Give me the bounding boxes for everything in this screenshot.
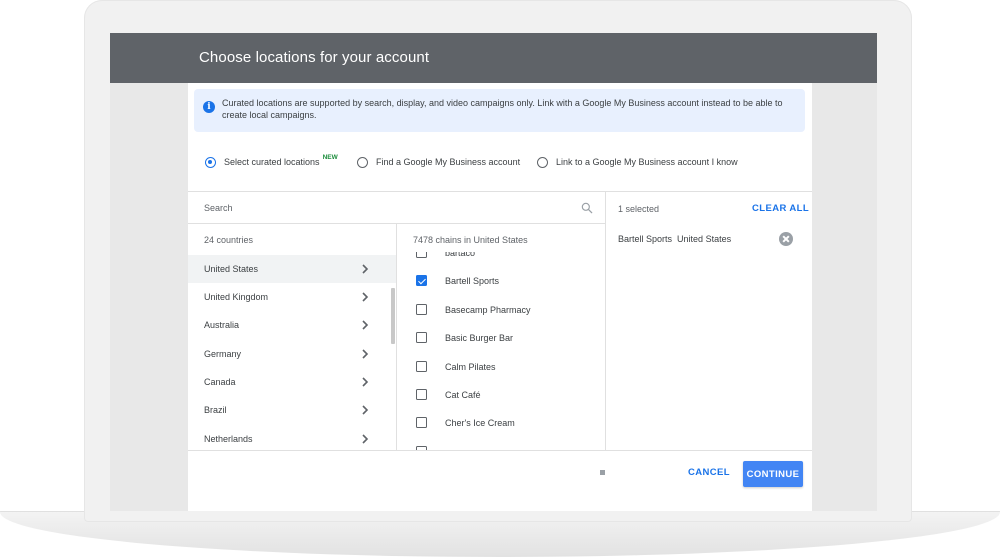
footer-divider bbox=[188, 450, 812, 451]
chain-item-cat-cafe[interactable]: Cat Café bbox=[397, 381, 605, 409]
selected-location: Bartell Sports United States bbox=[618, 234, 731, 244]
dialog-header: Choose locations for your account bbox=[110, 33, 877, 83]
chain-item-chers-ice-cream[interactable]: Cher's Ice Cream bbox=[397, 409, 605, 437]
radio-unselected-icon[interactable] bbox=[537, 156, 548, 168]
info-banner-text: Curated locations are supported by searc… bbox=[222, 98, 783, 120]
new-badge: NEW bbox=[322, 153, 338, 161]
option-curated-locations[interactable]: Select curated locations NEW bbox=[205, 153, 338, 171]
info-icon: i bbox=[203, 101, 215, 113]
chain-item-bartell-sports[interactable]: Bartell Sports bbox=[397, 267, 605, 295]
location-dialog: i Curated locations are supported by sea… bbox=[188, 83, 812, 511]
continue-button[interactable]: CONTINUE bbox=[743, 461, 803, 487]
selected-location-name: Bartell Sports bbox=[618, 234, 673, 244]
search-bar bbox=[188, 192, 605, 223]
selected-count: 1 selected bbox=[618, 204, 660, 214]
search-divider bbox=[188, 223, 605, 224]
chain-item-calm-pilates[interactable]: Calm Pilates bbox=[397, 353, 605, 381]
remove-selection-icon[interactable] bbox=[779, 232, 793, 246]
option-label: Find a Google My Business account bbox=[376, 157, 521, 167]
selected-location-country: United States bbox=[677, 234, 732, 244]
dialog-title: Choose locations for your account bbox=[199, 49, 430, 66]
option-find-gmb-account[interactable]: Find a Google My Business account bbox=[357, 153, 520, 171]
chain-name: Cat Café bbox=[445, 390, 481, 400]
checkbox-unchecked-icon[interactable] bbox=[416, 252, 427, 258]
radio-selected-icon[interactable] bbox=[205, 156, 216, 168]
chain-list-scroll-indicator[interactable] bbox=[600, 470, 605, 475]
option-label: Select curated locations bbox=[224, 157, 320, 167]
selection-column-divider bbox=[605, 192, 606, 450]
chain-name: Basic Burger Bar bbox=[445, 333, 514, 343]
chain-item-partial[interactable] bbox=[397, 438, 605, 450]
checkbox-unchecked-icon[interactable] bbox=[416, 417, 427, 428]
option-link-gmb-account[interactable]: Link to a Google My Business account I k… bbox=[537, 153, 738, 171]
option-label: Link to a Google My Business account I k… bbox=[556, 157, 738, 167]
chain-name: Basecamp Pharmacy bbox=[445, 305, 531, 315]
chains-count: 7478 chains in United States bbox=[413, 235, 528, 245]
countries-count: 24 countries bbox=[204, 235, 254, 245]
checkbox-unchecked-icon[interactable] bbox=[416, 389, 427, 400]
checkbox-unchecked-icon[interactable] bbox=[416, 304, 427, 315]
search-input[interactable] bbox=[204, 200, 564, 216]
location-source-options: Select curated locations NEW Find a Goog… bbox=[205, 153, 805, 171]
chain-name: bartaco bbox=[445, 252, 476, 258]
info-banner: i Curated locations are supported by sea… bbox=[194, 89, 805, 132]
checkbox-unchecked-icon[interactable] bbox=[416, 332, 427, 343]
search-icon[interactable] bbox=[580, 201, 594, 215]
clear-all-button[interactable]: CLEAR ALL bbox=[752, 203, 809, 214]
chain-name: Calm Pilates bbox=[445, 362, 496, 372]
chain-name: Bartell Sports bbox=[445, 276, 500, 286]
chain-item-basic-burger-bar[interactable]: Basic Burger Bar bbox=[397, 324, 605, 352]
screen: Choose locations for your account i Cura… bbox=[110, 33, 877, 511]
chain-list: bartaco Bartell Sports Basecamp Pharmacy… bbox=[188, 252, 605, 450]
checkbox-checked-icon[interactable] bbox=[416, 275, 427, 286]
cancel-button[interactable]: CANCEL bbox=[688, 467, 730, 481]
chain-item-basecamp-pharmacy[interactable]: Basecamp Pharmacy bbox=[397, 296, 605, 324]
checkbox-unchecked-icon[interactable] bbox=[416, 361, 427, 372]
chain-name: Cher's Ice Cream bbox=[445, 418, 515, 428]
radio-unselected-icon[interactable] bbox=[357, 156, 368, 168]
chain-item-bartaco[interactable]: bartaco bbox=[397, 252, 605, 267]
